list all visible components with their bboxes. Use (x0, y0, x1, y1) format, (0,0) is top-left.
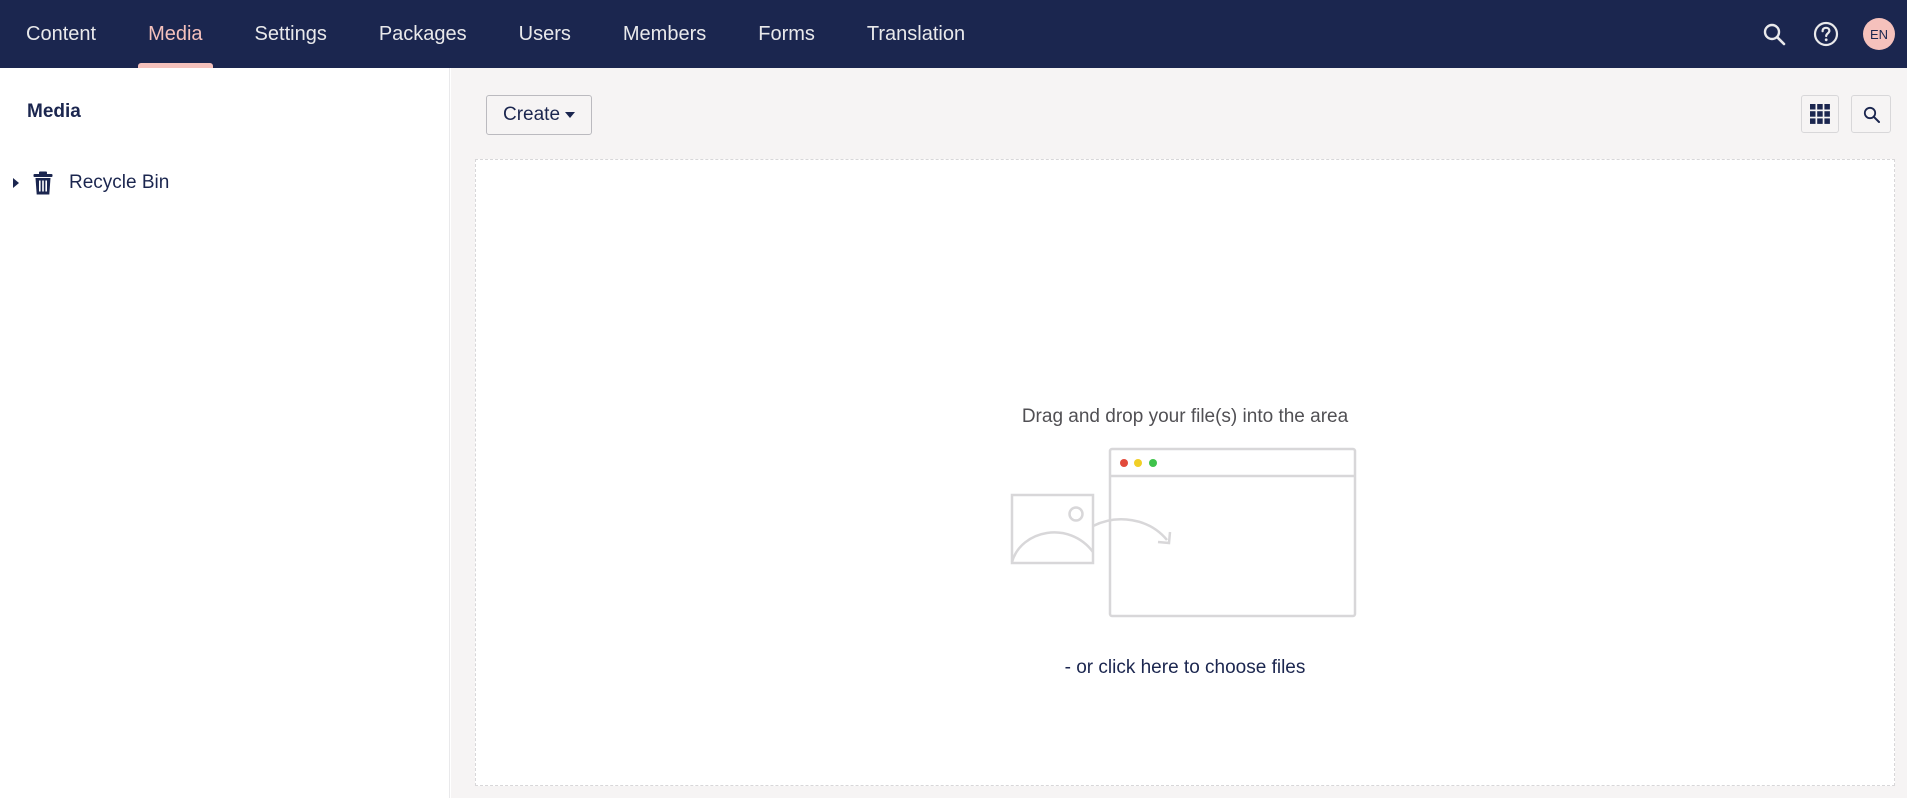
sidebar: Media Recycle Bin (0, 68, 450, 798)
create-button[interactable]: Create (486, 95, 592, 135)
nav-item-settings[interactable]: Settings (229, 0, 353, 68)
search-icon[interactable] (1759, 19, 1789, 49)
drag-drop-text: Drag and drop your file(s) into the area (1021, 406, 1349, 427)
main-nav: Content Media Settings Packages Users Me… (0, 0, 991, 68)
main-panel: Create Drag and drop your file(s) into t… (451, 68, 1907, 798)
expand-caret-icon[interactable] (0, 177, 30, 189)
nav-item-members[interactable]: Members (597, 0, 732, 68)
file-dropzone[interactable]: Drag and drop your file(s) into the area… (475, 159, 1895, 786)
nav-item-packages[interactable]: Packages (353, 0, 493, 68)
top-navigation-bar: Content Media Settings Packages Users Me… (0, 0, 1907, 68)
tree-item-recycle-bin[interactable]: Recycle Bin (0, 165, 449, 201)
nav-item-media[interactable]: Media (122, 0, 228, 68)
grid-view-icon (1810, 104, 1830, 124)
caret-down-icon (565, 112, 576, 118)
upload-illustration-icon (1010, 447, 1357, 618)
tree-item-label: Recycle Bin (69, 172, 170, 193)
nav-item-users[interactable]: Users (493, 0, 597, 68)
search-button[interactable] (1851, 95, 1891, 133)
trash-icon (30, 171, 56, 195)
nav-item-forms[interactable]: Forms (732, 0, 841, 68)
help-icon[interactable] (1811, 19, 1841, 49)
choose-files-link[interactable]: - or click here to choose files (476, 657, 1894, 679)
search-icon (1863, 106, 1880, 123)
user-avatar[interactable]: EN (1863, 18, 1895, 50)
sidebar-title: Media (27, 101, 81, 122)
nav-item-translation[interactable]: Translation (841, 0, 991, 68)
create-button-label: Create (502, 104, 561, 125)
header-actions: EN (1759, 0, 1895, 68)
grid-view-button[interactable] (1801, 95, 1839, 133)
nav-item-content[interactable]: Content (0, 0, 122, 68)
